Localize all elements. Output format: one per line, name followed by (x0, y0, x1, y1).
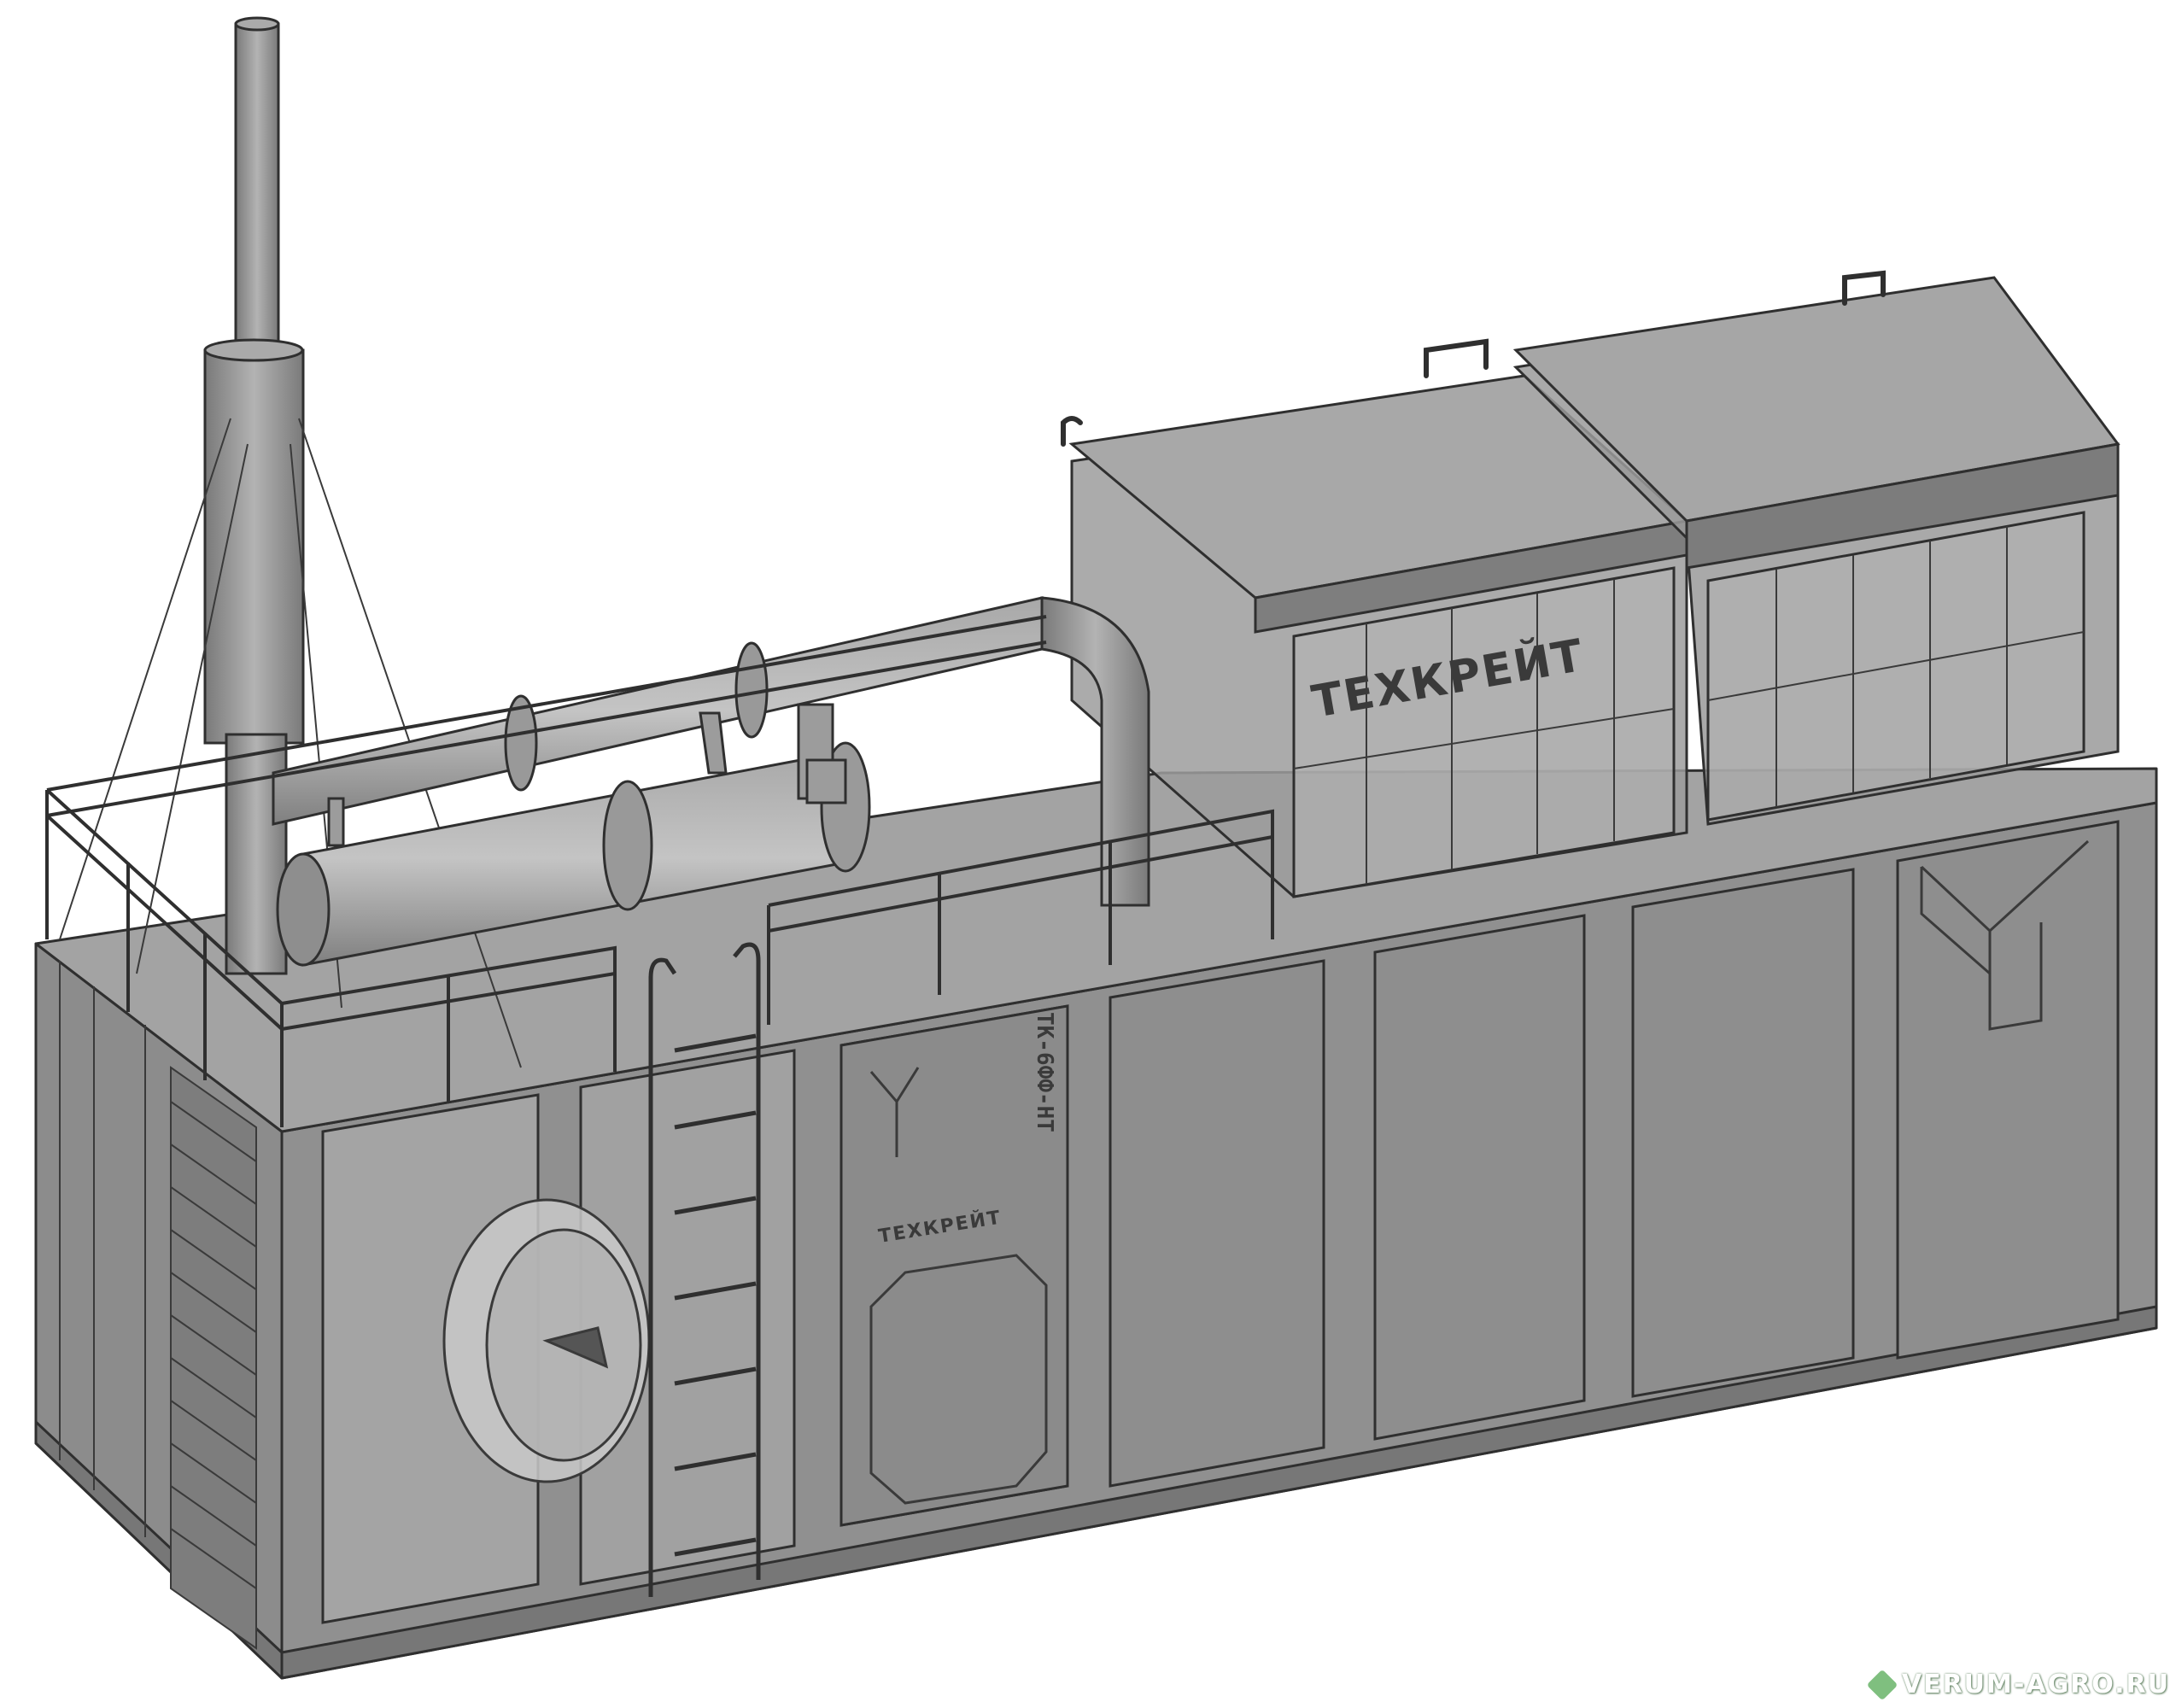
exhaust-stack (203, 16, 305, 975)
diamond-logo-icon (1866, 1669, 1898, 1700)
door-panel-2 (1109, 959, 1325, 1488)
watermark: VERUM-AGRO.RU (1866, 1669, 2170, 1700)
door-panel-3 (1373, 914, 1586, 1441)
side-louvre (170, 1066, 257, 1650)
cooling-fan (442, 1198, 651, 1483)
door-panel-5 (1896, 820, 2120, 1360)
generator-container-drawing: ТЕХКРЕЙТ ТК-6ФФ-НТ ТЕХКРЕЙТ (34, 16, 2158, 1680)
model-label: ТК-6ФФ-НТ (1032, 1012, 1057, 1132)
watermark-text: VERUM-AGRO.RU (1901, 1670, 2170, 1699)
door-panel-4 (1631, 868, 1855, 1398)
